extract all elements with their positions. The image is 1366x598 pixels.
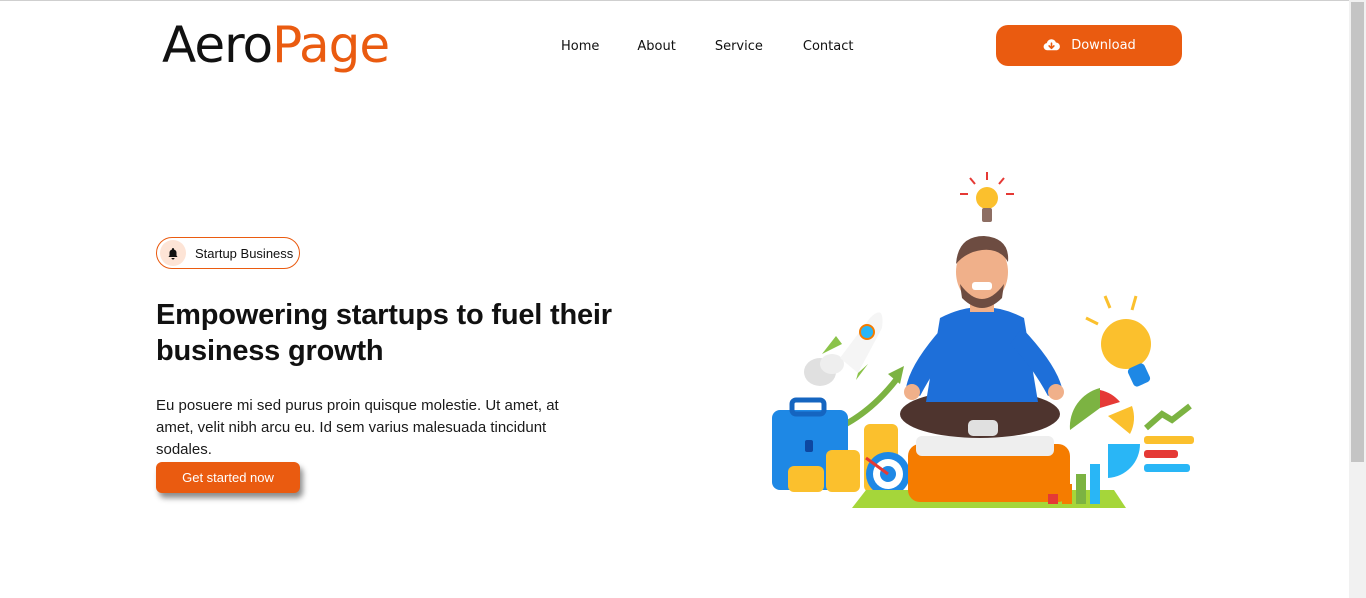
top-border [0,0,1349,1]
get-started-button[interactable]: Get started now [156,462,300,493]
hero-description: Eu posuere mi sed purus proin quisque mo… [156,397,559,458]
logo-part-1: Aero [162,16,273,74]
man-figure [900,236,1064,438]
target-icon [865,452,910,496]
lightbulb-icon [960,172,1014,222]
nav-service[interactable]: Service [715,39,763,54]
hero-headline: Empowering startups to fuel their busine… [156,299,612,367]
scrollbar-thumb[interactable] [1351,2,1364,462]
badge-label: Startup Business [195,245,294,261]
pie-chart-icon [1069,388,1140,478]
category-badge: Startup Business [156,237,300,269]
cloud-download-icon [1043,39,1061,51]
main-nav: Home About Service Contact [561,39,853,54]
nav-about[interactable]: About [637,39,675,54]
logo-part-2: Page [272,16,390,74]
cushion-icon [908,436,1070,502]
download-label: Download [1071,38,1136,53]
meditating-businessman-illustration [772,172,1194,508]
rocket-icon [804,312,883,386]
site-logo[interactable]: AeroPage [162,14,390,76]
large-lightbulb-icon [1085,295,1151,387]
vertical-scrollbar[interactable] [1349,0,1366,598]
download-button[interactable]: Download [996,25,1182,66]
nav-home[interactable]: Home [561,39,599,54]
data-bars-icon [1144,403,1194,472]
nav-contact[interactable]: Contact [803,39,854,54]
bell-icon [160,240,186,266]
